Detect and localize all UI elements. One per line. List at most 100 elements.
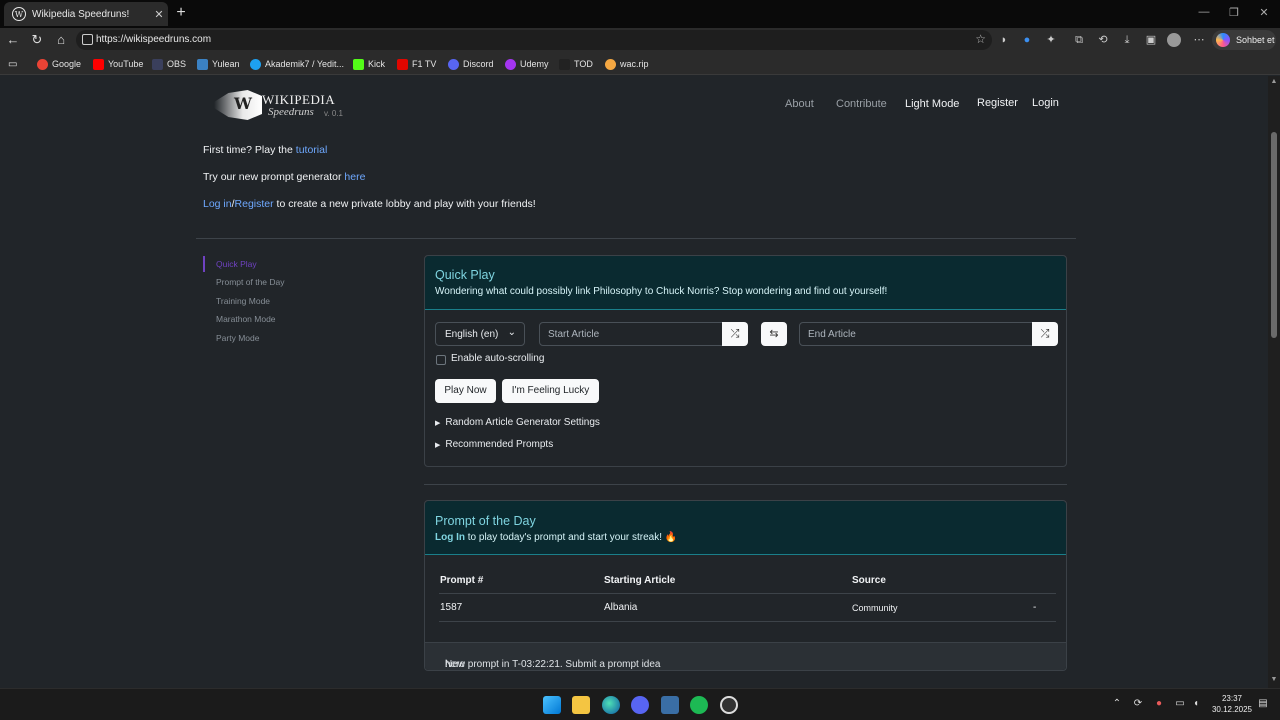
randomize-start-button[interactable]: ⤮: [722, 322, 748, 346]
page-content: W WIKIPEDIA Speedruns v. 0.1 About Contr…: [0, 76, 1268, 688]
collections-icon[interactable]: ⧉: [1071, 32, 1087, 48]
screenshot-icon[interactable]: ▣: [1143, 32, 1159, 48]
nav-register[interactable]: Register: [977, 97, 1018, 109]
address-bar[interactable]: https://wikispeedruns.com ☆: [76, 30, 992, 50]
intro-register-link[interactable]: Register: [235, 198, 274, 210]
auto-scrolling-checkbox[interactable]: [436, 355, 446, 365]
app-icon[interactable]: [661, 696, 679, 714]
random-generator-settings-toggle[interactable]: ▶ Random Article Generator Settings: [435, 417, 600, 428]
end-article-field[interactable]: [799, 322, 1033, 346]
home-icon[interactable]: ⌂: [52, 31, 70, 49]
restore-icon[interactable]: ❐: [1224, 6, 1244, 19]
quick-play-header: Quick Play Wondering what could possibly…: [425, 256, 1066, 310]
nav-about[interactable]: About: [785, 98, 814, 110]
notification-icon[interactable]: ▤: [1256, 698, 1270, 709]
bookmark-f1tv[interactable]: F1 TV: [397, 57, 436, 71]
more-menu-icon[interactable]: ⋯: [1191, 32, 1207, 48]
scroll-up-icon[interactable]: ▲: [1270, 78, 1278, 85]
history-icon[interactable]: ⟲: [1095, 32, 1111, 48]
favorite-star-icon[interactable]: ☆: [975, 32, 986, 46]
intro-login-link[interactable]: Log in: [203, 198, 232, 210]
bookmark-akademik7[interactable]: Akademik7 / Yedit...: [250, 57, 344, 71]
scroll-down-icon[interactable]: ▼: [1270, 676, 1278, 683]
address-url[interactable]: https://wikispeedruns.com: [96, 34, 211, 45]
sidebar-item-prompt-of-the-day[interactable]: Prompt of the Day: [216, 277, 285, 287]
bookmark-udemy[interactable]: Udemy: [505, 57, 549, 71]
sync-icon[interactable]: ⟳: [1131, 698, 1145, 709]
minimize-icon[interactable]: —: [1194, 6, 1214, 18]
start-menu-icon[interactable]: [543, 696, 561, 714]
browser-tab[interactable]: W Wikipedia Speedruns! ✕: [4, 2, 168, 26]
tutorial-link[interactable]: tutorial: [296, 144, 328, 156]
generator-here-link[interactable]: here: [344, 171, 365, 183]
reload-icon[interactable]: ↻: [28, 31, 46, 49]
sidebar-item-party-mode[interactable]: Party Mode: [216, 333, 259, 343]
table-cell-extra: -: [1033, 602, 1037, 613]
sidebar-item-quick-play[interactable]: Quick Play: [216, 259, 257, 269]
udemy-icon: [505, 58, 516, 70]
caret-right-icon: ▶: [435, 442, 441, 449]
bookmark-youtube[interactable]: YouTube: [93, 57, 143, 71]
browser-titlebar: W Wikipedia Speedruns! ✕ + — ❐ ✕: [0, 0, 1280, 28]
play-now-button[interactable]: Play Now: [435, 379, 496, 403]
bookmark-yulean[interactable]: Yulean: [197, 57, 240, 71]
table-cell-prompt-number: 1587: [440, 602, 463, 613]
extensions-icon[interactable]: ✦: [1043, 32, 1059, 48]
language-select[interactable]: English (en) ⌄: [435, 322, 525, 346]
read-aloud-icon[interactable]: ◗: [996, 32, 1012, 48]
sidebar-item-marathon-mode[interactable]: Marathon Mode: [216, 314, 276, 324]
downloads-icon[interactable]: ⤓: [1119, 32, 1135, 48]
randomize-end-button[interactable]: ⤮: [1032, 322, 1058, 346]
bookmark-discord[interactable]: Discord: [448, 57, 494, 71]
obs-app-icon[interactable]: [720, 696, 738, 714]
new-tab-button[interactable]: +: [172, 4, 190, 22]
table-divider: [439, 621, 1056, 622]
quick-play-card: Quick Play Wondering what could possibly…: [424, 255, 1067, 467]
volume-icon[interactable]: ◖: [1189, 698, 1203, 709]
nav-login[interactable]: Login: [1032, 97, 1059, 109]
column-header-source: Source: [852, 575, 886, 586]
submit-prompt-here-link[interactable]: here: [445, 659, 465, 670]
start-article-field[interactable]: [539, 322, 723, 346]
tab-close-icon[interactable]: ✕: [150, 8, 168, 21]
feeling-lucky-button[interactable]: I'm Feeling Lucky: [502, 379, 599, 403]
site-info-icon[interactable]: [82, 34, 93, 45]
intro-generator-line: Try our new prompt generator here: [203, 171, 366, 183]
file-explorer-icon[interactable]: [572, 696, 590, 714]
auto-scrolling-label[interactable]: Enable auto-scrolling: [451, 353, 544, 364]
system-clock[interactable]: 23:37 30.12.2025: [1212, 693, 1252, 715]
microphone-icon[interactable]: ●: [1152, 698, 1166, 709]
show-hidden-icons-icon[interactable]: ⌃: [1110, 698, 1124, 709]
profile-avatar-icon[interactable]: [1167, 33, 1181, 47]
site-logo[interactable]: W WIKIPEDIA Speedruns v. 0.1: [212, 88, 352, 122]
clock-date: 30.12.2025: [1211, 705, 1252, 714]
sidebar-item-training-mode[interactable]: Training Mode: [216, 296, 270, 306]
bookmarks-menu-icon[interactable]: ▭: [8, 57, 17, 71]
bookmark-kick[interactable]: Kick: [353, 57, 385, 71]
back-icon[interactable]: ←: [4, 31, 22, 49]
bookmark-tod[interactable]: TOD: [559, 57, 593, 71]
recommended-prompts-toggle[interactable]: ▶ Recommended Prompts: [435, 439, 553, 450]
network-icon[interactable]: ▭: [1173, 698, 1187, 709]
table-cell-starting-article[interactable]: Albania: [604, 602, 637, 613]
sidebar-active-indicator: [203, 256, 205, 272]
bookmark-wacrip[interactable]: wac.rip: [605, 57, 649, 71]
extension-icon[interactable]: ●: [1019, 32, 1035, 48]
youtube-icon: [93, 58, 104, 70]
bookmark-obs[interactable]: OBS: [152, 57, 186, 71]
edge-browser-icon[interactable]: [602, 696, 620, 714]
nav-light-mode[interactable]: Light Mode: [905, 98, 959, 110]
end-article-input[interactable]: [800, 323, 1032, 345]
page-scrollbar[interactable]: ▲ ▼: [1268, 76, 1280, 688]
nav-contribute[interactable]: Contribute: [836, 98, 887, 110]
prompt-login-link[interactable]: Log In: [435, 532, 465, 543]
close-window-icon[interactable]: ✕: [1254, 6, 1274, 19]
copilot-chat-button[interactable]: Sohbet et: [1212, 30, 1276, 50]
swap-articles-button[interactable]: ⇆: [761, 322, 787, 346]
prompt-of-day-card: Prompt of the Day Log In to play today's…: [424, 500, 1067, 671]
start-article-input[interactable]: [540, 323, 722, 345]
bookmark-google[interactable]: Google: [37, 57, 81, 71]
discord-app-icon[interactable]: [631, 696, 649, 714]
spotify-icon[interactable]: [690, 696, 708, 714]
scrollbar-thumb[interactable]: [1271, 132, 1277, 338]
